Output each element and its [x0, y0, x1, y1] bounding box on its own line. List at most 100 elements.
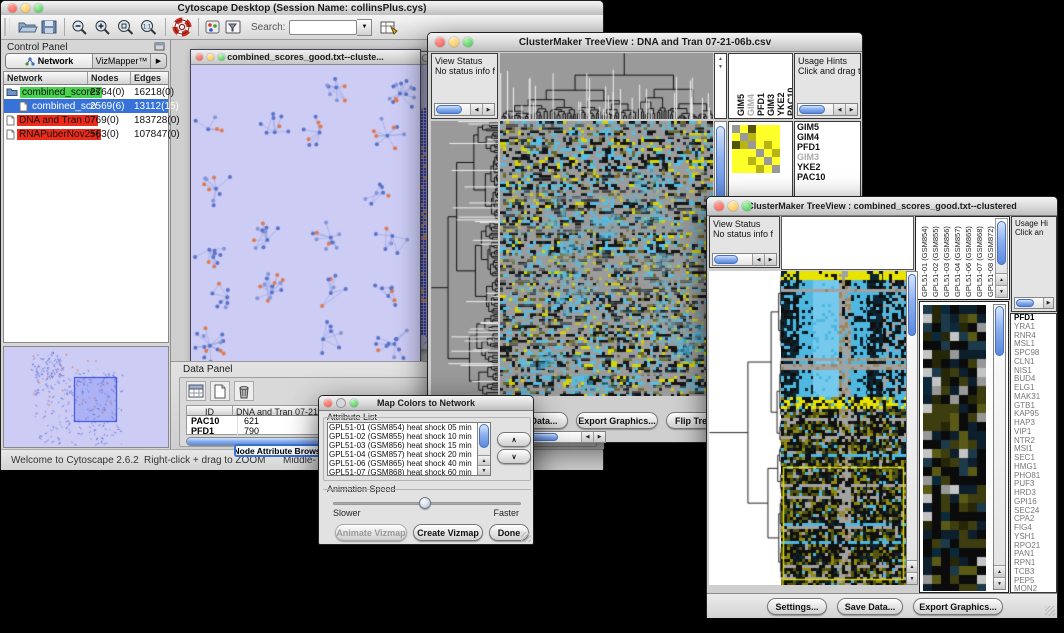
vizmapper-icon[interactable] — [203, 18, 223, 36]
tv2-gene-label[interactable]: HMG1 — [1011, 463, 1056, 472]
tv1-gene-label[interactable]: YKE2 — [795, 162, 860, 172]
tv2-gene-label[interactable]: NTR2 — [1011, 437, 1056, 446]
float-panel-icon[interactable] — [154, 41, 166, 52]
zoom-fit-icon[interactable]: 1:1 — [138, 18, 161, 37]
column-header-network[interactable]: Network — [4, 72, 88, 85]
import-table-icon[interactable] — [378, 18, 400, 37]
scroll-up-button[interactable] — [996, 273, 1007, 285]
tv1-summary-matrix[interactable] — [732, 125, 780, 173]
attribute-table-icon[interactable] — [186, 381, 206, 401]
tv1-export-graphics-button[interactable]: Export Graphics... — [576, 412, 658, 429]
close-button[interactable] — [8, 4, 17, 13]
column-header-nodes[interactable]: Nodes — [88, 72, 131, 85]
zoom-button[interactable] — [463, 37, 473, 47]
scroll-left-button[interactable] — [833, 104, 845, 115]
scroll-down-button[interactable] — [907, 572, 917, 584]
attribute-list-item[interactable]: GPL51-03 (GSM856) heat shock 15 min — [329, 441, 476, 450]
scroll-up-button[interactable] — [907, 560, 917, 572]
tv2-heatmap[interactable] — [781, 271, 906, 585]
tv1-bottom-scrollbar[interactable] — [528, 431, 606, 443]
tv2-gene-label[interactable]: RNR4 — [1011, 332, 1056, 341]
network-row[interactable]: DNA and Tran 07769(0)183728(0) — [4, 113, 168, 127]
tv2-column-label[interactable]: GPL51-02 (GSM855) — [931, 226, 940, 297]
tv2-gene-label[interactable]: CPA2 — [1011, 515, 1056, 524]
tv2-gene-label[interactable]: PHO81 — [1011, 472, 1056, 481]
resize-grip[interactable] — [1045, 606, 1055, 616]
tv2-row-dendrogram[interactable] — [709, 271, 781, 585]
tv2-gene-label[interactable]: MSI1 — [1011, 445, 1056, 454]
scroll-down-button[interactable] — [994, 577, 1005, 589]
delete-attribute-icon[interactable] — [234, 381, 254, 401]
tv1-column-label[interactable]: GIM5 — [736, 94, 746, 116]
tv2-column-label[interactable]: GPL51-01 (GSM854) — [920, 226, 929, 297]
tv2-gene-label[interactable]: HRD3 — [1011, 489, 1056, 498]
tv2-view-status-scrollbar[interactable] — [712, 253, 777, 266]
tv2-collabel-vscrollbar[interactable] — [995, 218, 1008, 298]
treeview2-titlebar[interactable]: ClusterMaker TreeView : combined_scores_… — [707, 197, 1057, 216]
tv2-gene-label[interactable]: PFD1 — [1011, 314, 1056, 323]
minimize-button[interactable] — [449, 37, 459, 47]
scroll-up-button[interactable] — [718, 56, 723, 62]
network-row[interactable]: RNAPuberNov2+|563(0)107847(0) — [4, 127, 168, 141]
tv1-column-label[interactable]: PFD1 — [756, 93, 766, 116]
tv2-gene-label[interactable]: GPI16 — [1011, 498, 1056, 507]
attribute-list-item[interactable]: GPL51-07 (GSM868) heat shock 60 min — [329, 468, 476, 476]
resize-grip[interactable] — [521, 532, 531, 542]
tv2-column-label[interactable]: GPL51-07 (GSM868) — [975, 226, 984, 297]
create-vizmap-button[interactable]: Create Vizmap — [413, 524, 483, 541]
network-window-1-titlebar[interactable]: combined_scores_good.txt--cluste... — [191, 50, 420, 65]
tv2-column-label[interactable]: GPL51-06 (GSM865) — [964, 226, 973, 297]
save-session-icon[interactable] — [38, 18, 60, 36]
tv2-gene-label[interactable]: RPN1 — [1011, 559, 1056, 568]
move-down-button[interactable]: ∨ — [497, 449, 531, 464]
move-up-button[interactable]: ∧ — [497, 432, 531, 447]
tv2-gene-label[interactable]: BUD4 — [1011, 375, 1056, 384]
tv2-gene-label[interactable]: MAK31 — [1011, 393, 1056, 402]
scroll-left-button[interactable] — [752, 254, 764, 265]
scroll-left-button[interactable] — [581, 432, 593, 442]
tv2-gene-label[interactable]: FIG4 — [1011, 524, 1056, 533]
scroll-down-button[interactable] — [478, 465, 490, 475]
tv2-column-label[interactable]: GPL51-03 (GSM856) — [942, 226, 951, 297]
network-row[interactable]: combined_scores2764(0)16218(0) — [4, 85, 168, 99]
tv2-gene-label[interactable]: HAP3 — [1011, 419, 1056, 428]
network-row[interactable]: combined_sco2569(6)13112(15) — [4, 99, 168, 113]
tv1-column-label[interactable]: YKE2 — [776, 92, 786, 116]
tv2-zoom-vscrollbar[interactable] — [993, 304, 1006, 590]
tv2-gene-label[interactable]: SPC98 — [1011, 349, 1056, 358]
tv1-gene-label[interactable]: PFD1 — [795, 142, 860, 152]
main-titlebar[interactable]: Cytoscape Desktop (Session Name: collins… — [1, 1, 603, 16]
zoom-in-icon[interactable] — [92, 18, 115, 37]
tab-vizmapper[interactable]: VizMapper™ — [93, 54, 150, 68]
tv1-column-label[interactable]: PAC10 — [786, 88, 793, 116]
tv2-column-label[interactable]: GPL51-08 (GSM872) — [986, 226, 995, 297]
tv2-export-graphics-button[interactable]: Export Graphics... — [913, 598, 1003, 615]
close-button[interactable] — [196, 54, 203, 61]
speed-slider-thumb[interactable] — [419, 497, 431, 509]
zoom-button[interactable] — [350, 399, 358, 407]
minimize-button[interactable] — [336, 398, 346, 408]
network-view-canvas-1[interactable] — [191, 65, 420, 379]
treeview1-titlebar[interactable]: ClusterMaker TreeView : DNA and Tran 07-… — [428, 33, 862, 52]
tv2-gene-label[interactable]: RPO21 — [1011, 542, 1056, 551]
tab-overflow-button[interactable]: ▶ — [150, 54, 166, 68]
tv2-gene-label[interactable]: YSH1 — [1011, 533, 1056, 542]
tv2-gene-label[interactable]: PAN1 — [1011, 550, 1056, 559]
tv2-heatmap-vscrollbar[interactable] — [906, 271, 918, 585]
column-header-edges[interactable]: Edges — [131, 72, 168, 85]
id-column-header[interactable]: ID — [187, 406, 233, 416]
tv1-gene-label[interactable]: GIM5 — [795, 122, 860, 132]
annotation-icon[interactable] — [223, 18, 245, 36]
scroll-down-button[interactable] — [718, 64, 723, 70]
zoom-out-icon[interactable] — [69, 18, 92, 37]
tv1-gene-label[interactable]: GIM4 — [795, 132, 860, 142]
tv1-dendro-scroll-strip[interactable] — [714, 53, 727, 119]
attribute-list-item[interactable]: GPL51-01 (GSM854) heat shock 05 min — [329, 423, 476, 432]
minimize-button[interactable] — [207, 54, 214, 61]
zoom-button[interactable] — [218, 54, 225, 61]
node-attribute-browser-tab[interactable]: Node Attribute Brows — [234, 444, 320, 457]
tv1-view-status-scrollbar[interactable] — [434, 103, 495, 116]
map-colors-titlebar[interactable]: Map Colors to Network — [319, 396, 533, 411]
tv2-gene-label[interactable]: SEC1 — [1011, 454, 1056, 463]
attribute-list-item[interactable]: GPL51-04 (GSM857) heat shock 20 min — [329, 450, 476, 459]
